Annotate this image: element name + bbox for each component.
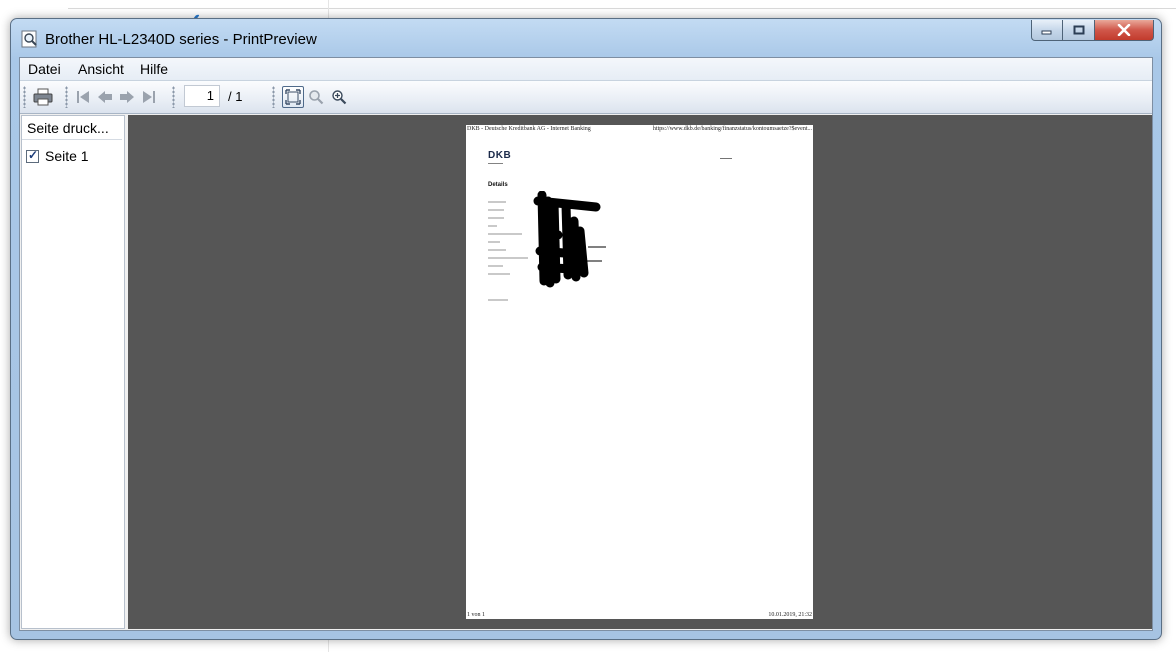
next-page-icon[interactable] <box>116 86 138 108</box>
close-icon <box>1095 20 1153 40</box>
page-list-header[interactable]: Seite druck... <box>22 116 122 140</box>
field-line <box>488 249 506 251</box>
last-page-icon[interactable] <box>138 86 160 108</box>
page-number-input[interactable]: 1 <box>184 85 220 107</box>
field-line <box>488 209 504 211</box>
page-footer-left: 1 von 1 <box>467 612 485 618</box>
fit-page-icon[interactable] <box>282 86 304 108</box>
logo-subline: ▬▬▬▬▬ <box>488 161 503 165</box>
page-checkbox[interactable]: ✓ <box>26 147 39 163</box>
print-icon[interactable] <box>32 86 54 108</box>
page-header-right: https://www.dkb.de/banking/finanzstatus/… <box>652 126 812 132</box>
first-page-icon[interactable] <box>72 86 94 108</box>
field-line <box>488 201 506 203</box>
menu-ansicht[interactable]: Ansicht <box>76 61 126 77</box>
page-note: ▬▬▬▬ <box>720 156 732 160</box>
field-line <box>488 233 522 235</box>
minimize-icon <box>1032 20 1062 40</box>
toolbar-separator <box>172 86 175 108</box>
print-preview-window: Brother HL-L2340D series - PrintPreview … <box>10 18 1162 640</box>
client-area: Datei Ansicht Hilfe 1 / 1 Seite druck...… <box>19 57 1153 631</box>
checkmark-icon: ✓ <box>28 147 39 162</box>
field-line <box>488 265 503 267</box>
page-footer-right: 10.01.2019, 21:32 <box>768 612 812 618</box>
redaction-scribble <box>533 191 606 288</box>
detail-fields <box>488 201 528 307</box>
title-bar[interactable]: Brother HL-L2340D series - PrintPreview <box>11 19 1161 57</box>
preview-area[interactable]: DKB - Deutsche Kreditbank AG - Internet … <box>128 115 1152 629</box>
restore-icon <box>1063 20 1094 40</box>
toolbar-grip[interactable] <box>23 86 26 108</box>
caption-buttons <box>1031 20 1154 42</box>
menu-bar: Datei Ansicht Hilfe <box>20 58 1152 81</box>
field-line <box>488 299 508 301</box>
dkb-logo: DKB <box>488 150 512 161</box>
page-list-item-label: Seite 1 <box>45 148 89 164</box>
restore-button[interactable] <box>1063 20 1095 41</box>
print-preview-magnifier-icon <box>21 30 39 48</box>
field-line <box>488 225 497 227</box>
toolbar: 1 / 1 <box>20 81 1152 114</box>
minimize-button[interactable] <box>1031 20 1063 41</box>
page-list-item[interactable]: ✓ Seite 1 <box>26 147 89 165</box>
field-line <box>488 257 528 259</box>
toolbar-separator <box>65 86 68 108</box>
menu-hilfe[interactable]: Hilfe <box>138 61 170 77</box>
zoom-in-icon[interactable] <box>328 86 350 108</box>
details-heading: Details <box>488 182 508 188</box>
close-button[interactable] <box>1095 20 1154 41</box>
field-line <box>488 241 500 243</box>
previous-page-icon[interactable] <box>94 86 116 108</box>
preview-page: DKB - Deutsche Kreditbank AG - Internet … <box>466 125 813 619</box>
zoom-out-icon[interactable] <box>305 86 327 108</box>
menu-datei[interactable]: Datei <box>26 61 63 77</box>
page-header-left: DKB - Deutsche Kreditbank AG - Internet … <box>467 126 591 132</box>
toolbar-separator <box>272 86 275 108</box>
window-title: Brother HL-L2340D series - PrintPreview <box>45 31 317 48</box>
field-line <box>488 217 504 219</box>
page-total-label: / 1 <box>228 89 243 104</box>
background-divider <box>68 8 1176 9</box>
page-list-panel: Seite druck... ✓ Seite 1 <box>21 115 125 629</box>
field-line <box>488 273 510 275</box>
